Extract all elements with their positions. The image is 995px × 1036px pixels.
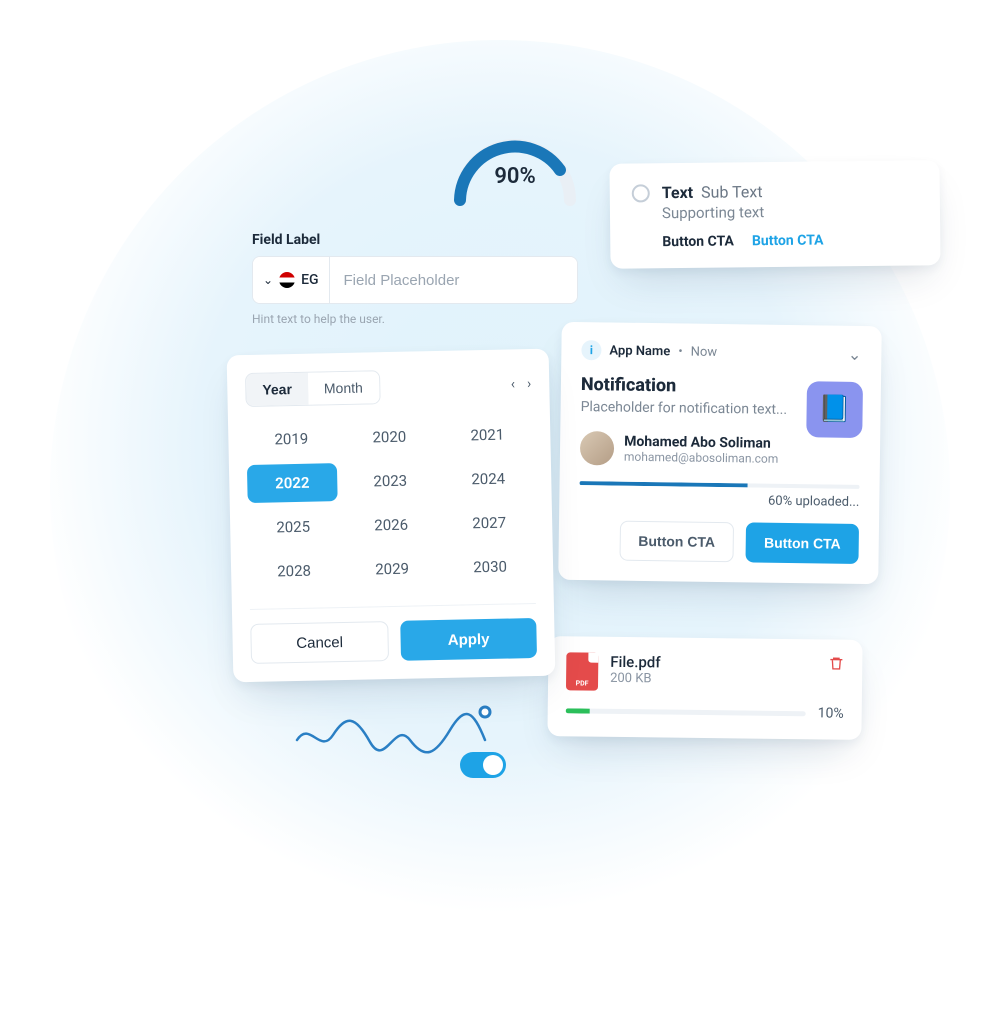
file-progress-label: 10% bbox=[818, 705, 844, 721]
text-card-title: Text bbox=[662, 183, 694, 202]
field-label: Field Label bbox=[252, 232, 578, 248]
text-card-button-link[interactable]: Button CTA bbox=[752, 232, 824, 249]
field-row: ⌄ EG bbox=[252, 256, 578, 304]
tab-year[interactable]: Year bbox=[246, 373, 308, 406]
file-upload-card: File.pdf 200 KB 10% bbox=[547, 636, 862, 740]
flag-icon bbox=[279, 272, 295, 288]
field-input[interactable] bbox=[330, 257, 577, 303]
upload-progress-label: 60% uploaded... bbox=[579, 491, 859, 510]
year-option[interactable]: 2029 bbox=[347, 549, 438, 589]
notification-app-name: App Name bbox=[609, 343, 670, 359]
collapse-chevron-icon[interactable]: ⌄ bbox=[848, 344, 862, 363]
dot-separator: • bbox=[678, 344, 683, 359]
text-card-button-ghost[interactable]: Button CTA bbox=[662, 233, 734, 250]
avatar bbox=[580, 431, 614, 465]
upload-progress-bar bbox=[580, 481, 860, 489]
chevron-down-icon: ⌄ bbox=[263, 273, 273, 287]
tab-month[interactable]: Month bbox=[308, 371, 380, 404]
toggle-switch[interactable] bbox=[460, 752, 506, 778]
file-size: 200 KB bbox=[610, 671, 816, 689]
sparkline bbox=[295, 700, 505, 760]
year-option[interactable]: 2019 bbox=[246, 419, 337, 459]
year-option[interactable]: 2020 bbox=[344, 417, 435, 457]
user-email: mohamed@abosoliman.com bbox=[624, 450, 779, 466]
year-option-selected[interactable]: 2022 bbox=[247, 463, 338, 503]
text-card-supporting: Supporting text bbox=[662, 202, 918, 223]
text-card-subtitle: Sub Text bbox=[701, 182, 763, 202]
upload-progress-fill bbox=[580, 481, 748, 487]
info-icon: i bbox=[581, 340, 601, 360]
year-month-segment: Year Month bbox=[245, 370, 380, 407]
prev-arrow-icon[interactable]: ‹ bbox=[511, 376, 516, 392]
year-picker: Year Month ‹ › 2019 2020 2021 2022 2023 … bbox=[227, 349, 556, 683]
year-option[interactable]: 2025 bbox=[248, 507, 339, 547]
year-option[interactable]: 2026 bbox=[346, 505, 437, 545]
year-option[interactable]: 2028 bbox=[249, 551, 340, 591]
next-arrow-icon[interactable]: › bbox=[527, 376, 532, 392]
year-option[interactable]: 2023 bbox=[345, 461, 436, 501]
year-grid: 2019 2020 2021 2022 2023 2024 2025 2026 … bbox=[246, 415, 535, 591]
radio-unchecked[interactable] bbox=[632, 184, 650, 202]
year-option[interactable]: 2030 bbox=[445, 547, 536, 587]
country-code: EG bbox=[301, 272, 318, 288]
pdf-file-icon bbox=[566, 652, 598, 690]
apply-button[interactable]: Apply bbox=[400, 618, 537, 661]
field-hint: Hint text to help the user. bbox=[252, 312, 578, 326]
notification-card: i App Name • Now ⌄ 📘 Notification Placeh… bbox=[558, 322, 882, 584]
phone-field-group: Field Label ⌄ EG Hint text to help the u… bbox=[252, 232, 578, 326]
notification-button-secondary[interactable]: Button CTA bbox=[619, 521, 734, 563]
notification-thumbnail: 📘 bbox=[806, 381, 863, 438]
notification-time: Now bbox=[691, 344, 718, 359]
year-option[interactable]: 2021 bbox=[442, 415, 533, 455]
file-progress-bar bbox=[566, 708, 806, 716]
cancel-button[interactable]: Cancel bbox=[250, 621, 389, 664]
country-select[interactable]: ⌄ EG bbox=[253, 257, 330, 303]
progress-gauge: 90% bbox=[440, 120, 590, 189]
trash-icon[interactable] bbox=[828, 656, 844, 676]
file-progress-fill bbox=[566, 708, 590, 713]
text-option-card[interactable]: Text Sub Text Supporting text Button CTA… bbox=[609, 160, 940, 268]
notification-button-primary[interactable]: Button CTA bbox=[746, 522, 859, 564]
year-option[interactable]: 2027 bbox=[444, 503, 535, 543]
year-option[interactable]: 2024 bbox=[443, 459, 534, 499]
